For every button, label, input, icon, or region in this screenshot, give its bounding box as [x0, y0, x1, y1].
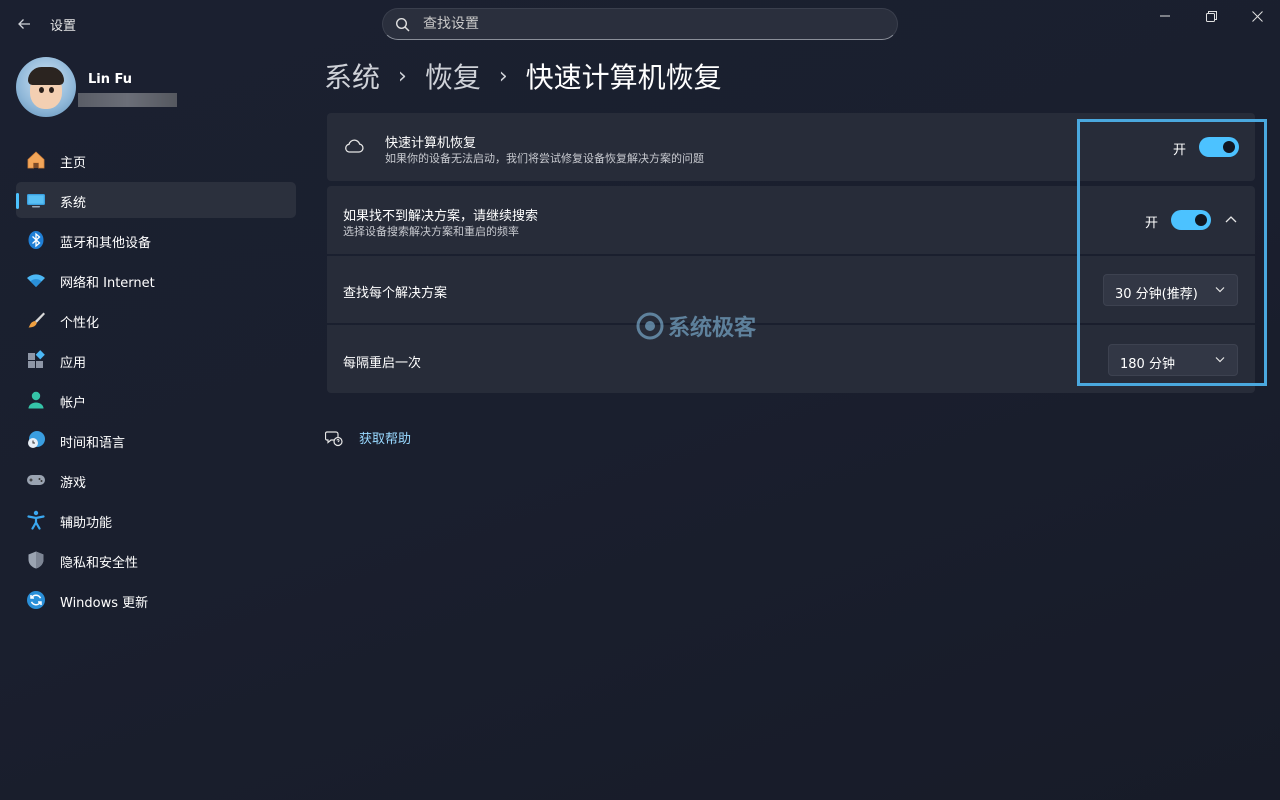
sidebar-item-system[interactable]: 系统 — [16, 182, 296, 218]
sidebar-item-label: 个性化 — [60, 316, 100, 331]
restore-icon — [1205, 10, 1217, 22]
close-button[interactable] — [1234, 0, 1280, 32]
sidebar-item-label: 网络和 Internet — [60, 276, 155, 291]
bluetooth-icon — [26, 230, 46, 250]
page-title: 快速计算机恢复 — [525, 61, 722, 94]
restore-button[interactable] — [1188, 0, 1234, 32]
home-icon — [26, 150, 46, 170]
sidebar-item-label: 帐户 — [60, 396, 87, 411]
breadcrumb: 系统 › 恢复 › 快速计算机恢复 — [324, 56, 722, 96]
back-arrow-icon — [18, 19, 30, 29]
watermark-logo-icon — [636, 312, 664, 340]
sidebar-item-bluetooth[interactable]: 蓝牙和其他设备 — [16, 222, 296, 258]
apps-icon — [26, 350, 46, 370]
watermark-text: 系统极客 — [668, 316, 757, 341]
cloud-icon — [345, 139, 364, 153]
breadcrumb-system[interactable]: 系统 — [324, 56, 380, 96]
sidebar-item-label: 游戏 — [60, 476, 87, 491]
breadcrumb-recovery[interactable]: 恢复 — [425, 56, 481, 96]
sidebar-item-label: Windows 更新 — [60, 596, 149, 611]
get-help-label: 获取帮助 — [359, 432, 412, 447]
account-icon — [26, 390, 46, 410]
accessibility-icon — [26, 510, 46, 530]
sidebar-item-home[interactable]: 主页 — [16, 142, 296, 178]
highlight-box — [1077, 119, 1267, 386]
avatar-eye — [49, 87, 54, 93]
minimize-button[interactable] — [1142, 0, 1188, 32]
sidebar-item-privacy[interactable]: 隐私和安全性 — [16, 542, 296, 578]
sidebar-item-label: 隐私和安全性 — [60, 556, 139, 571]
continue-search-title: 如果找不到解决方案，请继续搜索 — [343, 209, 539, 224]
gamepad-icon — [26, 470, 46, 490]
sidebar-item-label: 蓝牙和其他设备 — [60, 236, 152, 251]
help-chat-icon — [325, 430, 343, 446]
sidebar-item-gaming[interactable]: 游戏 — [16, 462, 296, 498]
wifi-icon — [26, 270, 46, 290]
sidebar-item-windows-update[interactable]: Windows 更新 — [16, 582, 296, 618]
globe-clock-icon — [26, 430, 46, 450]
watermark: 系统极客 — [636, 310, 756, 342]
search-box[interactable] — [382, 8, 898, 40]
sidebar-item-apps[interactable]: 应用 — [16, 342, 296, 378]
sidebar-item-time-language[interactable]: 时间和语言 — [16, 422, 296, 458]
system-icon — [26, 190, 46, 210]
sidebar-item-label: 辅助功能 — [60, 516, 113, 531]
minimize-icon — [1160, 15, 1170, 17]
avatar-eye — [39, 87, 44, 93]
restart-interval-label: 每隔重启一次 — [343, 356, 422, 371]
update-icon — [26, 590, 46, 610]
sidebar-nav: 主页 系统 蓝牙和其他设备 网络和 Internet 个性化 应用 帐户 时间和… — [16, 142, 296, 622]
user-email-redacted — [78, 93, 177, 107]
user-name: Lin Fu — [88, 72, 133, 87]
get-help-link[interactable]: 获取帮助 — [325, 428, 411, 447]
shield-icon — [26, 550, 46, 570]
title-bar: 设置 — [0, 0, 1280, 48]
sidebar-item-accessibility[interactable]: 辅助功能 — [16, 502, 296, 538]
sidebar-item-label: 系统 — [60, 196, 87, 211]
chevron-right-icon: › — [498, 63, 508, 89]
sidebar-item-accounts[interactable]: 帐户 — [16, 382, 296, 418]
avatar[interactable] — [16, 57, 76, 117]
sidebar-item-personalization[interactable]: 个性化 — [16, 302, 296, 338]
sidebar-item-label: 主页 — [60, 156, 87, 171]
brush-icon — [26, 310, 46, 330]
sidebar-item-label: 时间和语言 — [60, 436, 126, 451]
sidebar-item-label: 应用 — [60, 356, 87, 371]
quick-recovery-description: 如果你的设备无法启动，我们将尝试修复设备恢复解决方案的问题 — [385, 152, 704, 165]
sidebar-item-network[interactable]: 网络和 Internet — [16, 262, 296, 298]
continue-search-description: 选择设备搜索解决方案和重启的频率 — [343, 225, 519, 238]
back-button[interactable] — [12, 12, 36, 36]
app-title: 设置 — [50, 19, 77, 34]
search-input[interactable] — [423, 9, 883, 39]
search-icon — [395, 17, 410, 32]
find-solution-label: 查找每个解决方案 — [343, 286, 448, 301]
close-icon — [1251, 10, 1263, 22]
quick-recovery-title: 快速计算机恢复 — [385, 136, 477, 151]
avatar-hair — [28, 67, 64, 85]
chevron-right-icon: › — [398, 63, 407, 89]
